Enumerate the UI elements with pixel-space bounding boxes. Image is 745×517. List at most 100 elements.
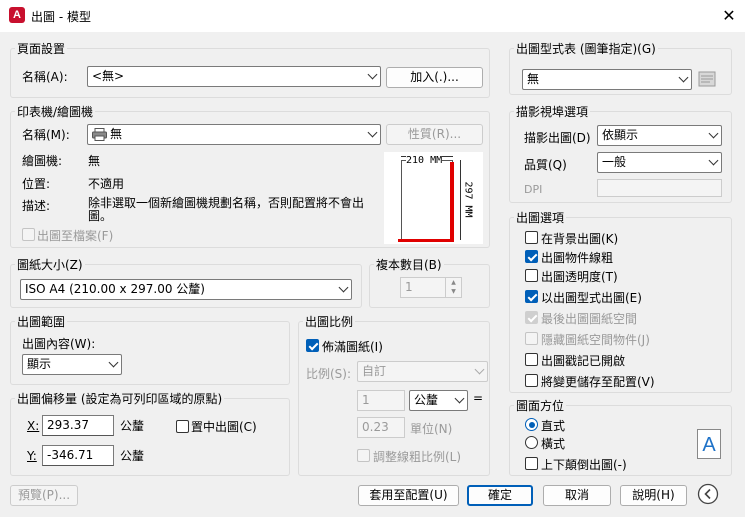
portrait-radio[interactable] <box>525 418 538 431</box>
chevron-down-icon <box>708 128 719 139</box>
quality-select[interactable]: 一般 <box>597 152 722 173</box>
fit-to-paper-checkbox[interactable] <box>306 339 319 352</box>
plot-to-file-label: 出圖至檔案(F) <box>37 229 114 243</box>
plot-in-background-checkbox[interactable] <box>525 231 538 244</box>
save-changes-checkbox[interactable] <box>525 374 538 387</box>
plot-scale-title: 出圖比例 <box>303 313 356 330</box>
where-label: 位置: <box>22 177 51 191</box>
plot-stamp-label: 出圖戳記已開啟 <box>541 354 626 368</box>
printer-name-select[interactable]: 無 <box>87 124 381 145</box>
add-page-setup-button[interactable]: 加入(.)... <box>386 67 483 88</box>
plotter-value: 無 <box>88 154 101 168</box>
save-changes-label: 將變更儲存至配置(V) <box>541 375 655 389</box>
landscape-radio[interactable] <box>525 436 538 449</box>
spin-up-icon[interactable]: ▲ <box>446 278 461 287</box>
where-value: 不適用 <box>88 177 125 191</box>
plot-lineweights-checkbox[interactable] <box>525 250 538 263</box>
center-plot-checkbox[interactable] <box>176 420 189 433</box>
chevron-down-icon <box>678 72 689 83</box>
paper-size-title: 圖紙大小(Z) <box>15 256 85 273</box>
preview-button[interactable]: 預覽(P)... <box>10 485 78 506</box>
plot-paperspace-last-label: 最後出圖圖紙空間 <box>541 312 638 326</box>
scale-select[interactable]: 自訂 <box>357 361 488 382</box>
fit-to-paper-label: 佈滿圖紙(I) <box>322 340 383 354</box>
printer-title: 印表機/繪圖機 <box>15 103 96 120</box>
plot-offset-title: 出圖偏移量 (設定為可列印區域的原點) <box>15 390 225 407</box>
upside-down-label: 上下顛倒出圖(-) <box>541 458 627 472</box>
chevron-down-icon <box>454 393 465 404</box>
upside-down-checkbox[interactable] <box>525 457 538 470</box>
plot-transparency-label: 出圖透明度(T) <box>541 270 618 284</box>
what-to-plot-label: 出圖內容(W): <box>22 337 96 351</box>
printer-name-label: 名稱(M): <box>22 128 70 142</box>
chevron-down-icon <box>367 127 378 138</box>
plot-stamp-checkbox[interactable] <box>525 353 538 366</box>
spin-down-icon[interactable]: ▼ <box>446 287 461 296</box>
quality-value: 一般 <box>602 155 627 169</box>
printer-icon <box>92 128 107 141</box>
chevron-down-icon <box>474 364 485 375</box>
dpi-input[interactable] <box>597 179 722 197</box>
scale-lineweights-checkbox[interactable] <box>357 449 370 462</box>
chevron-down-icon <box>108 357 119 368</box>
page-setup-name-select[interactable]: <無> <box>87 66 381 87</box>
plot-style-select[interactable]: 無 <box>522 69 692 90</box>
collapse-chevron-icon[interactable] <box>697 483 719 505</box>
description-label: 描述: <box>22 199 51 213</box>
quality-label: 品質(Q) <box>524 158 567 172</box>
portrait-orientation-icon: A <box>697 429 721 459</box>
plot-in-background-label: 在背景出圖(K) <box>541 232 619 246</box>
page-setup-title: 頁面設置 <box>15 40 68 57</box>
printer-name-value: 無 <box>110 127 123 141</box>
offset-x-label: X: <box>27 419 40 433</box>
height-dimension-line <box>460 160 461 240</box>
copies-value: 1 <box>405 280 413 294</box>
window-title: 出圖 - 模型 <box>31 10 91 24</box>
help-button[interactable]: 說明(H) <box>620 485 687 506</box>
page-setup-name-label: 名稱(A): <box>22 70 68 84</box>
plot-with-styles-checkbox[interactable] <box>525 290 538 303</box>
description-value: 除非選取一個新繪圖機規劃名稱，否則配置將不會出圖。 <box>88 196 365 223</box>
hide-paperspace-objects-label: 隱藏圖紙空間物件(J) <box>541 333 650 347</box>
copies-title: 複本數目(B) <box>374 256 444 273</box>
printer-properties-button[interactable]: 性質(R)... <box>386 124 483 145</box>
plotter-label: 繪圖機: <box>22 154 63 168</box>
chevron-down-icon <box>338 282 349 293</box>
plot-to-file-checkbox[interactable] <box>22 228 35 241</box>
apply-to-layout-button[interactable]: 套用至配置(U) <box>358 485 459 506</box>
ok-button[interactable]: 確定 <box>467 485 533 506</box>
plot-style-value: 無 <box>527 72 540 86</box>
what-to-plot-select[interactable]: 顯示 <box>22 354 122 375</box>
dpi-label: DPI <box>524 183 543 196</box>
preview-height-label: 297 MM <box>462 181 474 218</box>
paper-size-select[interactable]: ISO A4 (210.00 x 297.00 公釐) <box>20 279 352 300</box>
plot-area-title: 出圖範圍 <box>15 313 68 330</box>
preview-width-label: 210 MM <box>406 155 443 166</box>
what-to-plot-value: 顯示 <box>27 357 52 371</box>
paper-size-value: ISO A4 (210.00 x 297.00 公釐) <box>25 282 205 296</box>
scale-unit-select[interactable]: 公釐 <box>409 390 468 411</box>
chevron-down-icon <box>708 155 719 166</box>
edit-plot-style-icon[interactable] <box>698 71 716 89</box>
center-plot-label: 置中出圖(C) <box>191 420 257 434</box>
offset-y-unit: 公釐 <box>120 449 145 463</box>
cancel-button[interactable]: 取消 <box>543 485 611 506</box>
paper-outline <box>401 160 453 240</box>
plot-area-group: 出圖範圍 <box>10 313 290 385</box>
plot-paperspace-last-checkbox[interactable] <box>525 311 538 324</box>
orientation-title: 圖面方位 <box>514 397 567 414</box>
scale-label: 比例(S): <box>306 367 352 381</box>
scale-unit-value: 公釐 <box>414 393 439 407</box>
scale-numerator-input[interactable]: 1 <box>357 390 405 411</box>
offset-x-input[interactable]: 293.37 <box>42 415 114 436</box>
units-label: 單位(N) <box>410 422 453 436</box>
shade-plot-select[interactable]: 依顯示 <box>597 125 722 146</box>
copies-stepper[interactable]: 1 ▲ ▼ <box>400 277 462 298</box>
offset-y-input[interactable]: -346.71 <box>42 445 114 466</box>
plot-transparency-checkbox[interactable] <box>525 269 538 282</box>
scale-lineweights-label: 調整線粗比例(L) <box>373 450 462 464</box>
offset-y-label: Y: <box>27 449 37 463</box>
scale-units-input[interactable]: 0.23 <box>357 417 405 438</box>
hide-paperspace-objects-checkbox[interactable] <box>525 332 538 345</box>
close-icon[interactable]: ✕ <box>716 3 742 29</box>
